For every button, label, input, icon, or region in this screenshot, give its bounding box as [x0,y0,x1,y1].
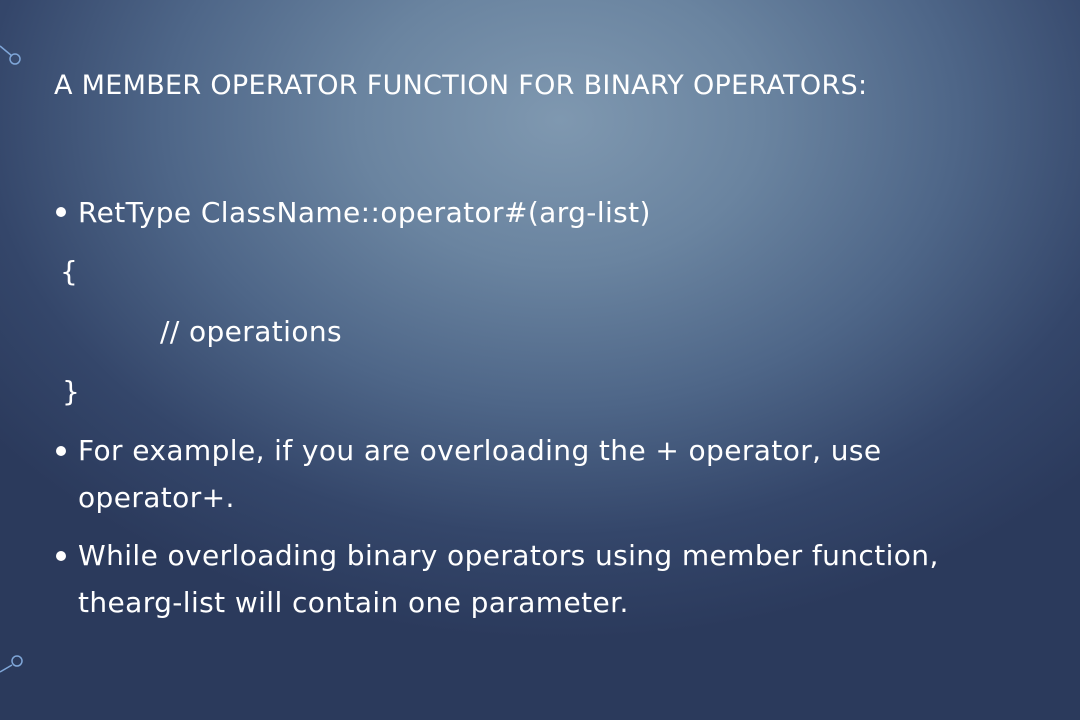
code-close-brace: } [62,375,81,408]
code-signature: RetType ClassName::operator#(arg-list) [78,196,651,229]
bullet-text: For example, if you are overloading the … [78,434,882,467]
bullet-text-continued: operator+. [78,481,235,514]
slide-title: A MEMBER OPERATOR FUNCTION FOR BINARY OP… [54,70,868,101]
code-body: // operations [160,315,342,348]
bullet-icon [56,446,66,456]
decorative-circle-icon [0,655,23,673]
bullet-icon [56,207,66,217]
code-open-brace: { [60,255,79,288]
bullet-text-continued: thearg-list will contain one parameter. [78,586,629,619]
decorative-circle-icon [0,45,21,65]
bullet-icon [56,551,66,561]
bullet-text: While overloading binary operators using… [78,539,939,572]
